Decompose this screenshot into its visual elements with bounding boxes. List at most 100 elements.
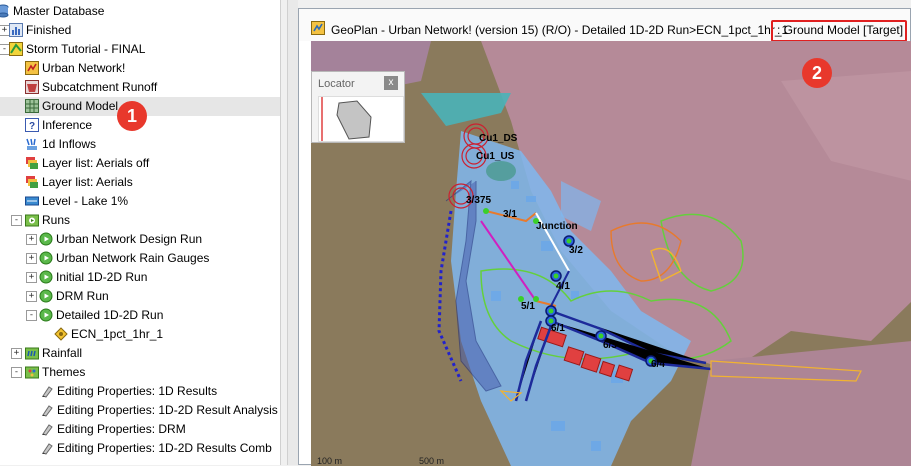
tree-item-runs[interactable]: - Runs	[0, 211, 280, 230]
tree-item-drm-run[interactable]: + DRM Run	[0, 287, 280, 306]
layer-list-icon	[25, 156, 39, 170]
collapse-toggle-icon[interactable]: -	[11, 215, 22, 226]
tree-item-finished[interactable]: + Finished	[0, 21, 280, 40]
collapse-toggle-icon[interactable]: -	[26, 310, 37, 321]
tree-item-label: Editing Properties: 1D-2D Results Comb	[57, 441, 272, 455]
locator-title: Locator	[318, 78, 355, 90]
theme-icon	[40, 441, 54, 455]
map-label-node-6-1[interactable]: 6/1	[551, 323, 565, 334]
map-label-node-3-1[interactable]: 3/1	[503, 209, 517, 220]
map-label-node-6-3[interactable]: 6/3	[603, 340, 617, 351]
runs-folder-icon	[25, 213, 39, 227]
tree-item-rainfall[interactable]: + Rainfall	[0, 344, 280, 363]
tree-item-label: DRM Run	[56, 289, 109, 303]
inference-icon: ?	[25, 118, 39, 132]
tree-item-label: Themes	[42, 365, 86, 379]
map-label-node-4-1[interactable]: 4/1	[556, 281, 570, 292]
map-label-node-6-4[interactable]: 6/4	[651, 359, 665, 370]
tree-item-label: Ground Model	[42, 99, 119, 113]
network-icon	[25, 61, 39, 75]
locator-panel[interactable]: Locator x	[311, 71, 405, 143]
tree-item-label: Detailed 1D-2D Run	[56, 308, 164, 322]
tree-item-label: Storm Tutorial - FINAL	[26, 42, 146, 56]
theme-icon	[40, 403, 54, 417]
expand-toggle-icon[interactable]: +	[26, 272, 37, 283]
tree-item-label: Finished	[26, 23, 72, 37]
locator-close-button[interactable]: x	[384, 76, 398, 90]
tree-item-storm-tutorial-final[interactable]: - Storm Tutorial - FINAL	[0, 40, 280, 59]
tree-item-initial-1d-2d-run[interactable]: + Initial 1D-2D Run	[0, 268, 280, 287]
tree-item-level-lake-1[interactable]: Level - Lake 1%	[0, 192, 280, 211]
database-tree: Master Database + Finished - Storm Tutorial …	[0, 0, 280, 465]
tree-item-editing-properties-1d-results[interactable]: Editing Properties: 1D Results	[0, 382, 280, 401]
expand-toggle-icon[interactable]: +	[26, 291, 37, 302]
inflow-icon	[25, 137, 39, 151]
tree-item-label: Initial 1D-2D Run	[56, 270, 148, 284]
run-icon	[39, 289, 53, 303]
sim-icon	[54, 327, 68, 341]
tree-item-label: ECN_1pct_1hr_1	[71, 327, 164, 341]
geoplan-title: GeoPlan - Urban Network! (version 15) (R…	[331, 23, 789, 37]
tree-item-ecn-1pct-1hr-1[interactable]: ECN_1pct_1hr_1	[0, 325, 280, 344]
rainfall-folder-icon	[25, 346, 39, 360]
tree-item-label: Runs	[42, 213, 71, 227]
layer-list-icon	[25, 175, 39, 189]
tree-item-urban-network-design-run[interactable]: + Urban Network Design Run	[0, 230, 280, 249]
tree-item-editing-properties-drm[interactable]: Editing Properties: DRM	[0, 420, 280, 439]
tree-item-urban-network-rain-gauges[interactable]: + Urban Network Rain Gauges	[0, 249, 280, 268]
callout-2: 2	[802, 58, 832, 88]
tree-item-label: Layer list: Aerials	[42, 175, 133, 189]
tree-item-label: Rainfall	[42, 346, 83, 360]
mdi-background	[288, 0, 298, 465]
tree-item-label: Layer list: Aerials off	[42, 156, 150, 170]
tree-item-editing-properties-1d-2d-results-comb[interactable]: Editing Properties: 1D-2D Results Comb	[0, 439, 280, 458]
tree-item-label: Editing Properties: 1D Results	[57, 384, 218, 398]
tree-item-label: Editing Properties: DRM	[57, 422, 186, 436]
tree-item-urban-network[interactable]: Urban Network!	[0, 59, 280, 78]
themes-folder-icon	[25, 365, 39, 379]
tree-item-1d-inflows[interactable]: 1d Inflows	[0, 135, 280, 154]
tree-item-subcatchment-runoff[interactable]: Subcatchment Runoff	[0, 78, 280, 97]
map-label-node-5-1[interactable]: 5/1	[521, 301, 535, 312]
tree-item-label: Inference	[42, 118, 93, 132]
tree-item-label: Editing Properties: 1D-2D Result Analysi…	[57, 403, 278, 417]
expand-toggle-icon[interactable]: +	[11, 348, 22, 359]
tree-item-layer-list-aerials[interactable]: Layer list: Aerials	[0, 173, 280, 192]
level-icon	[25, 194, 39, 208]
tree-item-label: Master Database	[13, 4, 105, 18]
tree-item-label: Urban Network!	[42, 61, 126, 75]
network-group-icon	[9, 42, 23, 56]
title-highlight-box	[771, 20, 907, 42]
tree-item-detailed-1d-2d-run[interactable]: - Detailed 1D-2D Run	[0, 306, 280, 325]
collapse-toggle-icon[interactable]: -	[11, 367, 22, 378]
locator-view[interactable]	[318, 96, 404, 142]
tree-item-label: 1d Inflows	[42, 137, 97, 151]
theme-icon	[40, 422, 54, 436]
map-label-cu1-us[interactable]: Cu1_US	[476, 151, 515, 162]
geoplan-icon	[311, 21, 325, 35]
map-label-cu1-ds[interactable]: Cu1_DS	[479, 133, 518, 144]
callout-1: 1	[117, 101, 147, 131]
tree-item-master-database[interactable]: Master Database	[0, 2, 280, 21]
map-label-node-3-375[interactable]: 3/375	[466, 195, 491, 206]
panel-splitter[interactable]	[280, 0, 288, 465]
theme-icon	[40, 384, 54, 398]
tree-item-themes[interactable]: - Themes	[0, 363, 280, 382]
tree-item-label: Urban Network Rain Gauges	[56, 251, 210, 265]
tree-item-editing-properties-1d-2d-result-analysis[interactable]: Editing Properties: 1D-2D Result Analysi…	[0, 401, 280, 420]
map-label-junction[interactable]: Junction	[536, 221, 578, 232]
expand-toggle-icon[interactable]: +	[26, 234, 37, 245]
tree-item-layer-list-aerials-off[interactable]: Layer list: Aerials off	[0, 154, 280, 173]
map-label-node-3-2[interactable]: 3/2	[569, 245, 583, 256]
tree-item-label: Subcatchment Runoff	[42, 80, 158, 94]
subcatchment-icon	[25, 80, 39, 94]
run-icon	[39, 232, 53, 246]
map-view[interactable]: Cu1_DS Cu1_US 3/375 3/1 Junction 3/2 4/1 5/1 6/1…	[311, 41, 911, 466]
expand-toggle-icon[interactable]: +	[26, 253, 37, 264]
svg-text:?: ?	[29, 121, 35, 132]
database-icon	[0, 4, 10, 18]
tree-item-label: Urban Network Design Run	[56, 232, 203, 246]
geoplan-titlebar[interactable]: GeoPlan - Urban Network! (version 15) (R…	[299, 9, 910, 42]
run-icon	[39, 270, 53, 284]
run-icon	[39, 251, 53, 265]
